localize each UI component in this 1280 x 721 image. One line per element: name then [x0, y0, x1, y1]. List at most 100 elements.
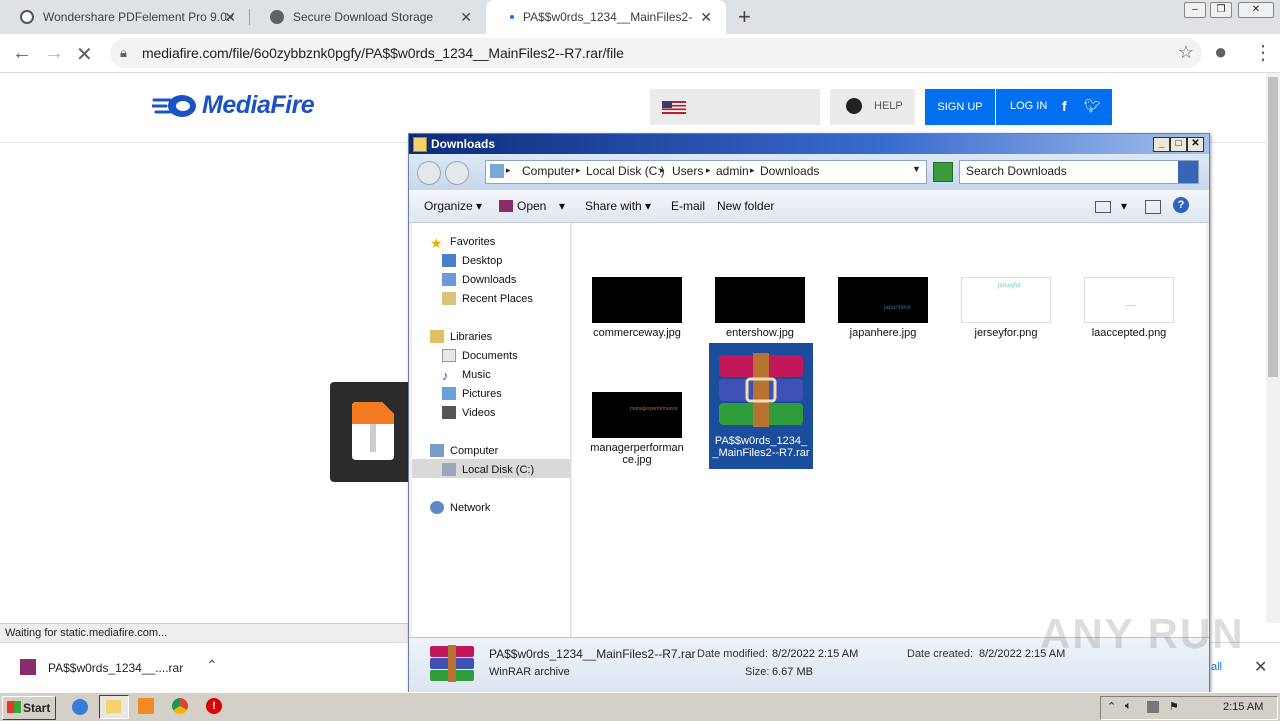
- back-arrow-icon[interactable]: ←: [12, 42, 32, 65]
- tab-pdfelement[interactable]: Wondershare PDFelement Pro 9.0.4 ✕: [0, 0, 250, 34]
- open-dropdown-icon[interactable]: ▾: [559, 199, 565, 213]
- chevron-up-icon[interactable]: ⌃: [206, 657, 218, 674]
- sign-up-button[interactable]: SIGN UP: [925, 89, 995, 125]
- breadcrumb-downloads[interactable]: Downloads: [760, 164, 819, 178]
- nav-recent-places[interactable]: Recent Places: [442, 292, 533, 305]
- breadcrumb-computer[interactable]: Computer: [522, 164, 575, 178]
- minimize-button[interactable]: _: [1153, 137, 1170, 152]
- desktop-icon: [442, 254, 456, 267]
- nav-network[interactable]: Network: [430, 501, 490, 514]
- language-selector[interactable]: [650, 89, 820, 125]
- nav-computer[interactable]: Computer: [430, 444, 498, 457]
- nav-label: Pictures: [462, 387, 502, 400]
- file-name: jerseyfor.png: [974, 327, 1038, 339]
- file-item[interactable]: japanhere japanhere.jpg: [828, 277, 938, 339]
- log-in-label: LOG IN: [1010, 100, 1048, 112]
- nav-videos[interactable]: Videos: [442, 406, 495, 419]
- bookmark-star-icon[interactable]: ☆: [1178, 42, 1194, 63]
- breadcrumb-users[interactable]: Users: [672, 164, 703, 178]
- share-with-button[interactable]: Share with ▾: [585, 199, 651, 213]
- nav-favorites[interactable]: ★ Favorites: [430, 235, 496, 251]
- file-name: japanhere.jpg: [849, 327, 917, 339]
- refresh-icon[interactable]: [933, 162, 953, 182]
- minimize-window-button[interactable]: –: [1184, 2, 1206, 18]
- nav-desktop[interactable]: Desktop: [442, 254, 502, 267]
- close-tab-icon[interactable]: ✕: [224, 9, 236, 26]
- network-tray-icon[interactable]: [1147, 701, 1159, 713]
- help-icon[interactable]: ?: [1173, 197, 1189, 213]
- file-item[interactable]: ___ laaccepted.png: [1074, 277, 1184, 339]
- tab-secure-download[interactable]: Secure Download Storage ✕: [250, 0, 486, 34]
- file-item[interactable]: commerceway.jpg: [582, 277, 692, 339]
- scrollbar-thumb[interactable]: [1268, 77, 1278, 377]
- share-with-label: Share with: [585, 199, 642, 213]
- view-icon[interactable]: [1095, 201, 1111, 213]
- breadcrumb[interactable]: ▸ Computer ▸ Local Disk (C:) ▸ Users ▸ a…: [485, 160, 927, 184]
- email-button[interactable]: E-mail: [671, 199, 705, 213]
- media-player-icon[interactable]: [138, 698, 154, 714]
- chevron-down-icon[interactable]: ▼: [912, 164, 921, 174]
- close-shelf-icon[interactable]: ✕: [1254, 657, 1267, 677]
- preview-pane-icon[interactable]: [1145, 200, 1161, 214]
- search-box[interactable]: Search Downloads: [959, 160, 1199, 184]
- file-item[interactable]: entershow.jpg: [705, 277, 815, 339]
- file-item-selected[interactable]: PA$$w0rds_1234_ _MainFiles2--R7.rar: [709, 343, 813, 469]
- explorer-taskbar-button[interactable]: [99, 695, 129, 719]
- star-icon: ★: [430, 235, 443, 251]
- antivirus-icon[interactable]: !: [206, 698, 222, 714]
- file-item[interactable]: jerseyfor jerseyfor.png: [951, 277, 1061, 339]
- nav-local-disk[interactable]: Local Disk (C:): [442, 463, 534, 476]
- search-icon[interactable]: [1178, 161, 1198, 183]
- window-title: Downloads: [431, 137, 496, 151]
- close-button[interactable]: ✕: [1187, 137, 1204, 152]
- close-window-button[interactable]: ✕: [1238, 2, 1274, 18]
- facebook-icon[interactable]: f: [1062, 98, 1067, 114]
- speaker-icon[interactable]: 🔈︎: [1125, 700, 1132, 713]
- close-tab-icon[interactable]: ✕: [700, 9, 712, 26]
- close-tab-icon[interactable]: ✕: [460, 9, 472, 26]
- page-scrollbar[interactable]: [1266, 73, 1280, 623]
- nav-music[interactable]: ♪ Music: [442, 368, 491, 383]
- start-button[interactable]: Start: [2, 696, 56, 720]
- log-in-button[interactable]: LOG IN f 🐦︎: [996, 89, 1112, 125]
- help-button[interactable]: HELP: [830, 89, 915, 125]
- show-hidden-icons[interactable]: ⌃: [1107, 700, 1116, 713]
- maximize-button[interactable]: □: [1170, 137, 1187, 152]
- chevron-right-icon[interactable]: ▸: [750, 165, 755, 176]
- chevron-right-icon[interactable]: ▸: [706, 165, 711, 176]
- tab-mediafire-active[interactable]: PA$$w0rds_1234__MainFiles2--R7 ✕: [486, 0, 726, 34]
- download-item-name[interactable]: PA$$w0rds_1234__....rar: [48, 661, 183, 675]
- nav-label: Favorites: [450, 235, 496, 248]
- menu-dots-icon[interactable]: ⋮: [1253, 40, 1273, 65]
- file-item[interactable]: managerperformance managerperforman ce.j…: [582, 392, 692, 466]
- ie-icon[interactable]: [72, 699, 88, 715]
- explorer-title-bar[interactable]: Downloads _ □ ✕: [409, 134, 1209, 154]
- us-flag-icon: [662, 101, 686, 114]
- twitter-icon[interactable]: 🐦︎: [1084, 98, 1101, 114]
- breadcrumb-admin[interactable]: admin: [716, 164, 749, 178]
- forward-arrow-icon[interactable]: [445, 161, 469, 185]
- open-button[interactable]: Open: [499, 199, 546, 213]
- clock[interactable]: 2:15 AM: [1223, 701, 1263, 713]
- back-arrow-icon[interactable]: [417, 161, 441, 185]
- restore-window-button[interactable]: ❐: [1210, 2, 1232, 18]
- forward-arrow-icon[interactable]: →: [44, 42, 64, 65]
- nav-documents[interactable]: Documents: [442, 349, 518, 362]
- chevron-right-icon[interactable]: ▸: [576, 165, 581, 176]
- flag-icon[interactable]: ⚑: [1169, 700, 1179, 713]
- organize-button[interactable]: Organize ▾: [424, 199, 482, 213]
- mediafire-logo[interactable]: MediaFire: [152, 91, 315, 120]
- chevron-right-icon[interactable]: ▸: [506, 165, 511, 176]
- nav-downloads[interactable]: Downloads: [442, 273, 516, 286]
- chevron-right-icon[interactable]: ▸: [660, 165, 665, 176]
- stop-loading-icon[interactable]: ✕: [76, 42, 93, 67]
- nav-libraries[interactable]: Libraries: [430, 330, 492, 343]
- breadcrumb-local-disk[interactable]: Local Disk (C:): [586, 164, 665, 178]
- view-dropdown-icon[interactable]: ▾: [1121, 199, 1127, 213]
- new-tab-button[interactable]: +: [738, 4, 751, 30]
- nav-pictures[interactable]: Pictures: [442, 387, 502, 400]
- new-folder-button[interactable]: New folder: [717, 199, 774, 213]
- chrome-icon[interactable]: [172, 698, 188, 714]
- address-bar[interactable]: 🔒︎ mediafire.com/file/6o0zybbznk0pgfy/PA…: [110, 38, 1202, 68]
- profile-icon[interactable]: ●: [1214, 39, 1227, 65]
